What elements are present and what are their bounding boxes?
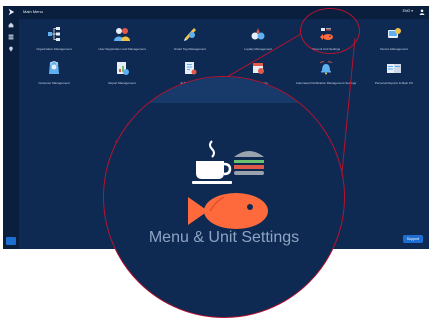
page-title: Main Menu (23, 9, 43, 14)
highlight-ring (300, 8, 360, 54)
support-button[interactable]: Support (402, 235, 423, 243)
org-tree-icon (48, 27, 60, 41)
logo-icon[interactable] (7, 8, 15, 16)
personal-report-icon (387, 64, 401, 73)
zoom-magnifier: Menu & Unit Settings (103, 76, 345, 318)
list-icon[interactable] (8, 34, 14, 40)
customer-icon (49, 61, 59, 74)
tile-label: Loyalty Management (244, 47, 272, 51)
tile-label: Smart Tag Management (174, 47, 206, 51)
report-icon (117, 62, 129, 75)
home-icon[interactable] (8, 22, 14, 28)
language-select[interactable]: ENG ▾ (403, 9, 413, 13)
ebill-icon (185, 62, 197, 75)
tile-label: Customer Management (38, 81, 70, 85)
tile-label: Organization Management (36, 47, 72, 51)
user-icon[interactable] (419, 9, 425, 15)
tile-label: Personal Reports & Main PC (374, 81, 414, 85)
tile-loyalty[interactable]: Loyalty Management (223, 20, 293, 51)
menu-unit-icon (188, 140, 268, 229)
magnified-label: Menu & Unit Settings (148, 229, 300, 246)
tag-icon (184, 28, 196, 41)
tile-smart-tag[interactable]: Smart Tag Management (155, 20, 225, 51)
notification-icon (319, 61, 333, 75)
tile-device[interactable]: Device Management (359, 20, 429, 51)
device-icon (388, 28, 401, 38)
expand-rail-button[interactable] (6, 237, 16, 245)
users-icon (114, 28, 130, 41)
tile-personal-report[interactable]: Personal Reports & Main PC (359, 54, 429, 85)
loyalty-icon (251, 28, 265, 40)
tile-organization[interactable]: Organization Management (19, 20, 89, 51)
top-bar: Main Menu ENG ▾ (19, 6, 429, 19)
tile-label: User Registration and Management (98, 47, 146, 51)
event-icon (253, 63, 264, 74)
side-rail (3, 6, 19, 249)
tile-user-registration[interactable]: User Registration and Management (87, 20, 157, 51)
location-icon[interactable] (8, 46, 14, 52)
magnified-topband (104, 77, 344, 103)
tile-customer[interactable]: Customer Management (19, 54, 89, 85)
tile-label: Device Management (380, 47, 408, 51)
